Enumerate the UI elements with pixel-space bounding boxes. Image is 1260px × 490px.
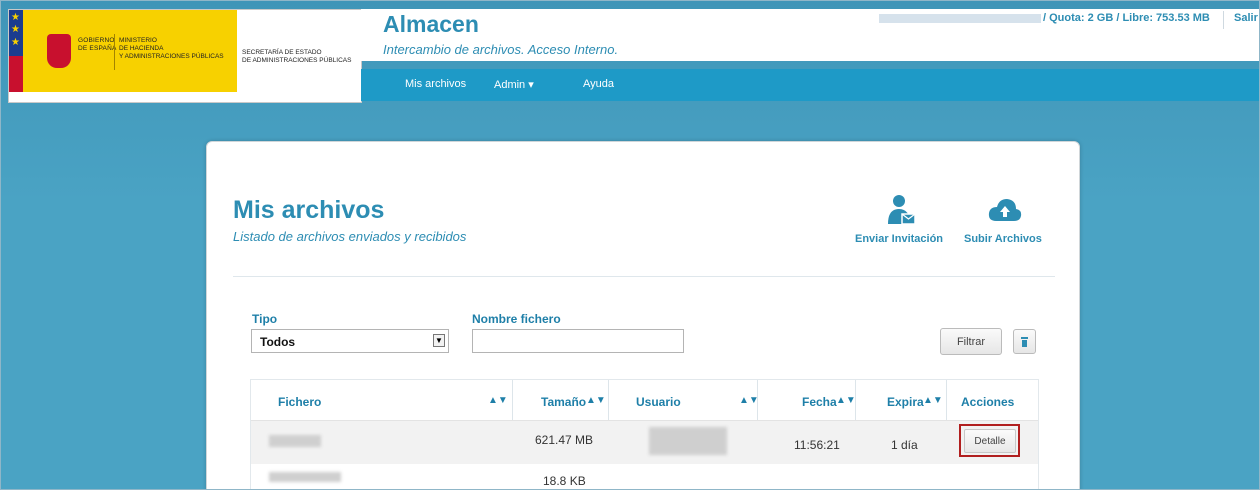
sort-icon: ▲▼ bbox=[923, 395, 943, 406]
dropdown-arrow-icon: ▼ bbox=[433, 334, 445, 347]
invite-user-icon[interactable] bbox=[887, 194, 917, 228]
filename-redacted bbox=[269, 472, 341, 482]
tipo-select[interactable]: Todos ▼ bbox=[251, 329, 449, 353]
divider bbox=[233, 276, 1055, 277]
username-redacted bbox=[879, 14, 1041, 23]
window: ★ ★ ★ GOBIERNO DE ESPAÑA MINISTERIO DE HAC… bbox=[0, 0, 1260, 490]
caret-down-icon: ▾ bbox=[528, 79, 534, 91]
nav-admin[interactable]: Admin ▾ bbox=[494, 78, 534, 91]
filtrar-button[interactable]: Filtrar bbox=[940, 328, 1002, 355]
col-expira[interactable]: Expira ▲▼ bbox=[856, 380, 947, 420]
file-size: 18.8 KB bbox=[543, 474, 586, 488]
sort-icon: ▲▼ bbox=[739, 395, 759, 406]
file-expires: 1 día bbox=[891, 438, 918, 452]
files-table: Fichero ▲▼ Tamaño ▲▼ Usuario ▲▼ Fecha ▲▼… bbox=[250, 379, 1039, 489]
page-subtitle: Listado de archivos enviados y recibidos bbox=[233, 229, 467, 244]
nombre-label: Nombre fichero bbox=[472, 312, 561, 326]
app-subtitle: Intercambio de archivos. Acceso Interno. bbox=[383, 42, 619, 57]
file-date: 11:56:21 bbox=[794, 438, 840, 452]
secretariat-label: SECRETARÍA DE ESTADO DE ADMINISTRACIONES … bbox=[242, 49, 352, 64]
trash-icon bbox=[1021, 337, 1028, 347]
page-title: Mis archivos bbox=[233, 196, 385, 224]
col-fecha[interactable]: Fecha ▲▼ bbox=[758, 380, 856, 420]
invite-button[interactable]: Enviar Invitación bbox=[855, 233, 943, 245]
clear-filter-button[interactable] bbox=[1013, 329, 1036, 354]
ministry-label: MINISTERIO DE HACIENDA Y ADMINISTRACIONES … bbox=[119, 37, 224, 60]
table-row[interactable]: 18.8 KB bbox=[251, 464, 1038, 489]
logout-link[interactable]: Salir bbox=[1234, 12, 1258, 24]
highlight-box bbox=[959, 424, 1020, 457]
sort-icon: ▲▼ bbox=[836, 395, 856, 406]
col-tamano[interactable]: Tamaño ▲▼ bbox=[513, 380, 609, 420]
nav-mis-archivos[interactable]: Mis archivos bbox=[405, 78, 466, 90]
table-row[interactable]: 621.47 MB 11:56:21 1 día Detalle bbox=[251, 420, 1038, 465]
app-title: Almacen bbox=[383, 11, 479, 37]
sort-icon: ▲▼ bbox=[488, 395, 508, 406]
coat-of-arms-icon bbox=[47, 34, 103, 78]
sort-icon: ▲▼ bbox=[586, 395, 606, 406]
col-acciones: Acciones bbox=[961, 395, 1015, 409]
filename-redacted bbox=[269, 435, 321, 447]
cloud-upload-icon[interactable] bbox=[988, 197, 1022, 223]
nav-ayuda[interactable]: Ayuda bbox=[583, 78, 614, 90]
tipo-label: Tipo bbox=[252, 312, 278, 326]
quota-info: / Quota: 2 GB / Libre: 753.53 MB bbox=[1043, 12, 1210, 24]
col-fichero[interactable]: Fichero ▲▼ bbox=[251, 380, 513, 420]
file-size: 621.47 MB bbox=[535, 433, 594, 447]
upload-button[interactable]: Subir Archivos bbox=[964, 233, 1042, 245]
main-nav: Mis archivos Admin ▾ Ayuda bbox=[361, 69, 1259, 101]
government-logo: ★ ★ ★ GOBIERNO DE ESPAÑA MINISTERIO DE HAC… bbox=[8, 9, 362, 103]
nombre-fichero-input[interactable] bbox=[472, 329, 684, 353]
col-usuario[interactable]: Usuario ▲▼ bbox=[609, 380, 759, 420]
user-redacted bbox=[649, 427, 727, 455]
gov-label: GOBIERNO DE ESPAÑA bbox=[78, 37, 117, 52]
